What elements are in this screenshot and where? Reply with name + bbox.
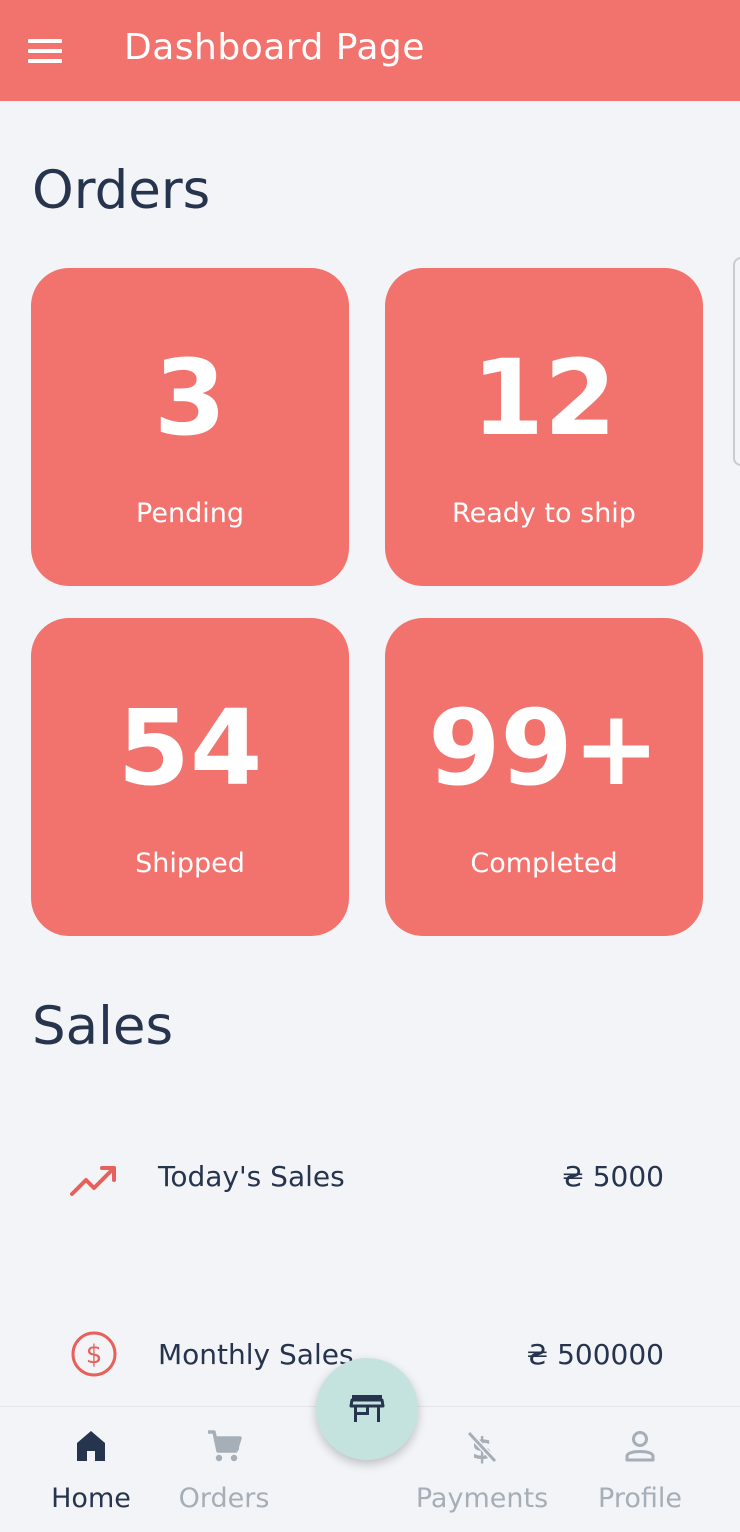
sales-label: Monthly Sales xyxy=(158,1338,354,1371)
person-icon xyxy=(625,1431,655,1462)
order-count: 3 xyxy=(153,337,227,459)
order-label: Shipped xyxy=(135,848,245,879)
order-card-ready-to-ship[interactable]: 12 Ready to ship xyxy=(385,268,703,586)
nav-label: Payments xyxy=(415,1483,549,1514)
store-icon xyxy=(349,1395,385,1422)
sales-value: ₴ 500000 xyxy=(526,1338,664,1371)
sales-section-title: Sales xyxy=(32,996,174,1057)
sales-label: Today's Sales xyxy=(158,1160,345,1193)
home-icon xyxy=(77,1431,105,1461)
order-label: Pending xyxy=(136,498,244,529)
nav-label: Profile xyxy=(598,1483,682,1514)
order-label: Ready to ship xyxy=(452,498,636,529)
app-bar: Dashboard Page xyxy=(0,0,740,101)
order-count: 99+ xyxy=(428,687,660,809)
dollar-off-icon: $ xyxy=(466,1430,498,1465)
nav-item-payments[interactable]: $ Payments xyxy=(404,1407,560,1532)
nav-item-orders[interactable]: Orders xyxy=(168,1407,280,1532)
order-count: 12 xyxy=(471,337,617,459)
svg-text:$: $ xyxy=(86,1340,103,1370)
page-title: Dashboard Page xyxy=(124,27,425,68)
sales-value: ₴ 5000 xyxy=(562,1160,664,1193)
order-card-pending[interactable]: 3 Pending xyxy=(31,268,349,586)
order-count: 54 xyxy=(117,687,263,809)
trending-up-icon xyxy=(70,1166,116,1196)
nav-item-home[interactable]: Home xyxy=(40,1407,142,1532)
cart-icon xyxy=(208,1430,242,1462)
store-fab-button[interactable] xyxy=(316,1358,418,1460)
order-card-shipped[interactable]: 54 Shipped xyxy=(31,618,349,936)
order-label: Completed xyxy=(470,848,618,879)
order-card-completed[interactable]: 99+ Completed xyxy=(385,618,703,936)
sales-row-today[interactable]: Today's Sales ₴ 5000 xyxy=(0,1146,740,1206)
nav-label: Home xyxy=(51,1483,131,1514)
nav-item-profile[interactable]: Profile xyxy=(590,1407,690,1532)
nav-label: Orders xyxy=(178,1483,270,1514)
dollar-circle-icon: $ xyxy=(71,1331,117,1377)
menu-icon[interactable] xyxy=(28,39,62,63)
orders-section-title: Orders xyxy=(32,160,211,221)
scroll-edge-indicator xyxy=(733,257,740,466)
